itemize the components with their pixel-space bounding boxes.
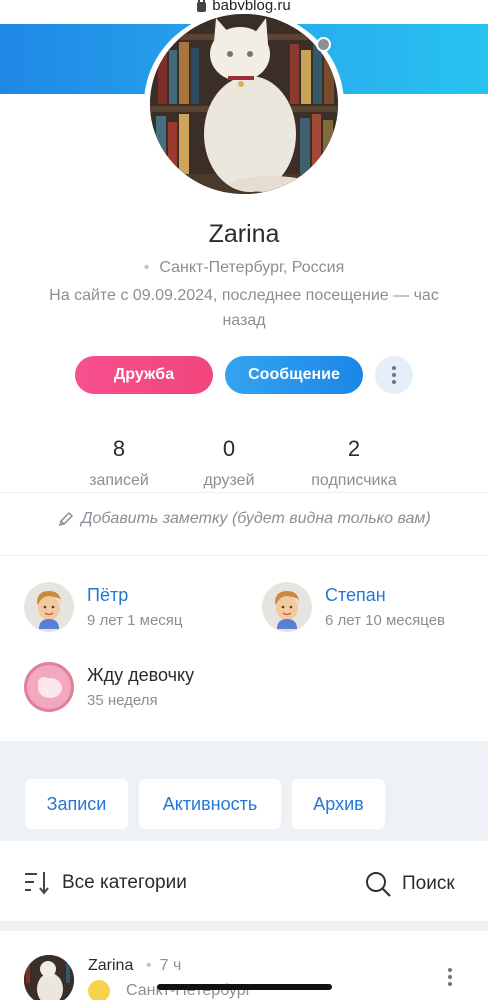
- avatar[interactable]: [150, 14, 338, 194]
- search-button[interactable]: Поиск: [364, 870, 455, 898]
- post-time-text: 7 ч: [159, 957, 182, 974]
- child-name: Пётр: [87, 585, 129, 605]
- more-dot-icon: [448, 982, 452, 986]
- tab-archive[interactable]: Архив: [292, 779, 385, 829]
- profile-name: Zarina: [208, 220, 280, 248]
- child-age: 6 лет 10 месяцев: [325, 612, 446, 629]
- pregnancy-title: Жду девочку: [87, 665, 195, 685]
- stat-value: 0: [222, 436, 236, 461]
- divider: [0, 492, 488, 493]
- more-actions-button[interactable]: [375, 356, 413, 394]
- sort-icon: [25, 872, 49, 895]
- location-bullet: •: [143, 259, 150, 276]
- post-time: • 7 ч: [146, 957, 181, 975]
- message-button[interactable]: Сообщение: [225, 356, 363, 394]
- pregnancy-week: 35 неделя: [87, 692, 158, 709]
- boy-avatar-icon: [24, 582, 74, 632]
- search-icon: [366, 872, 391, 897]
- home-indicator: [157, 984, 332, 990]
- friend-button[interactable]: Дружба: [75, 356, 213, 394]
- time-bullet: •: [146, 957, 152, 974]
- boy-avatar-icon: [262, 582, 312, 632]
- post-author-name[interactable]: Zarina: [88, 957, 133, 975]
- online-status-dot: [316, 37, 331, 52]
- add-note-text: Добавить заметку (будет видна только вам…: [81, 510, 431, 527]
- add-note-link[interactable]: Добавить заметку (будет видна только вам…: [0, 510, 488, 528]
- lock-icon: [197, 0, 207, 12]
- stat-subscribers[interactable]: 2 подписчика: [284, 436, 424, 490]
- more-dot-icon: [392, 373, 396, 377]
- child-name: Степан: [325, 585, 386, 605]
- stat-friends[interactable]: 0 друзей: [159, 436, 299, 490]
- post-menu-button[interactable]: [448, 968, 452, 986]
- more-dot-icon: [392, 380, 396, 384]
- section-gap: [0, 921, 488, 931]
- stat-label: подписчика: [311, 472, 397, 489]
- profile-last-seen: На сайте с 09.09.2024, последнее посещен…: [49, 287, 439, 329]
- profile-location: • Санкт-Петербург, Россия: [0, 259, 488, 277]
- categories-filter[interactable]: Все категории: [24, 870, 187, 896]
- child-item[interactable]: Степан 6 лет 10 месяцев: [262, 582, 445, 632]
- more-dot-icon: [448, 975, 452, 979]
- user-level-badge-icon: [88, 980, 110, 1000]
- more-dot-icon: [392, 366, 396, 370]
- child-item[interactable]: Пётр 9 лет 1 месяц: [24, 582, 183, 632]
- divider: [0, 555, 488, 556]
- more-dot-icon: [448, 968, 452, 972]
- pencil-icon: [59, 511, 74, 527]
- categories-label: Все категории: [62, 872, 187, 893]
- pregnancy-item[interactable]: Жду девочку 35 неделя: [24, 662, 194, 712]
- search-label: Поиск: [402, 873, 455, 894]
- stat-label: друзей: [203, 472, 255, 489]
- location-text: Санкт-Петербург, Россия: [159, 259, 345, 276]
- child-age: 9 лет 1 месяц: [87, 612, 183, 629]
- tab-activity[interactable]: Активность: [139, 779, 281, 829]
- stat-value: 2: [347, 436, 361, 461]
- post-author-avatar[interactable]: [24, 955, 74, 1000]
- baby-embryo-icon: [24, 662, 74, 712]
- tab-posts[interactable]: Записи: [25, 779, 128, 829]
